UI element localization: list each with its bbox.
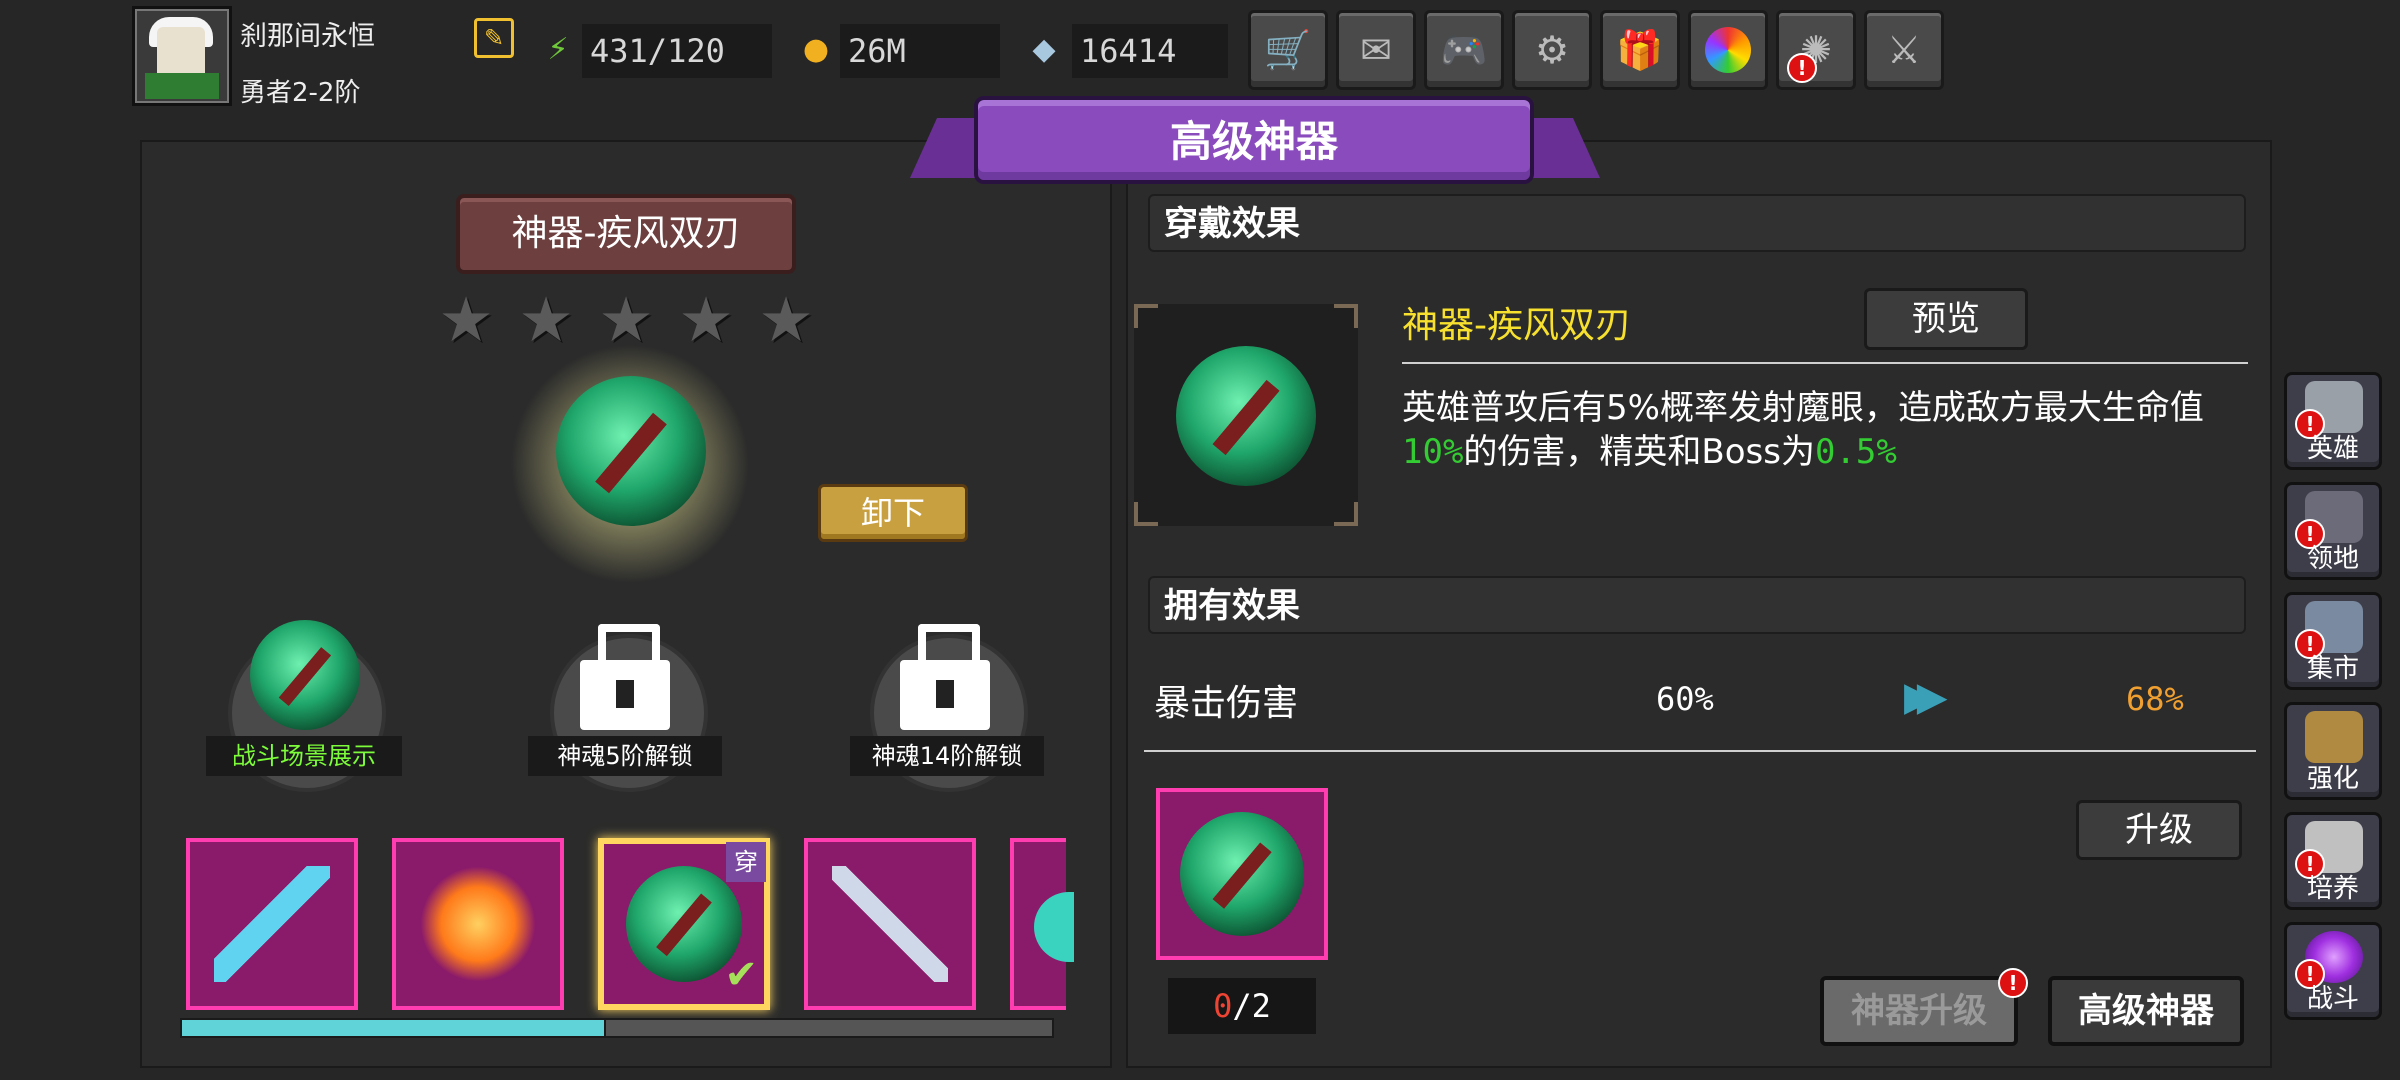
slot-label-battle-display: 战斗场景展示 [206, 736, 402, 776]
artifact-preview-frame [1134, 304, 1358, 526]
player-name: 刹那间永恒 [240, 21, 375, 52]
event-button[interactable]: ✺ ! [1776, 10, 1856, 90]
side-nav-label: 英雄 [2306, 434, 2359, 464]
gift-button[interactable]: 🎁 [1600, 10, 1680, 90]
lock-icon [580, 624, 670, 730]
artifact-upgrade-button[interactable]: 神器升级 ! [1820, 968, 2028, 1046]
shop-button[interactable]: 🛒 [1248, 10, 1328, 90]
side-nav-enhance[interactable]: 强化 [2284, 702, 2382, 800]
edit-name-icon[interactable]: ✎ [474, 18, 514, 58]
artifact-name-plate: 神器-疾风双刃 [456, 194, 796, 274]
upgrade-arrows-icon: ▶▶ [1904, 674, 1947, 720]
side-nav-market[interactable]: ! 集市 [2284, 592, 2382, 690]
advanced-artifact-button[interactable]: 高级神器 [2048, 976, 2244, 1046]
material-counter: 0/2 [1168, 978, 1316, 1034]
wind-blades-artifact-icon [556, 376, 706, 526]
color-wheel-icon [1705, 27, 1751, 73]
artifact-card-orb[interactable] [1010, 838, 1074, 1010]
preview-button[interactable]: 预览 [1864, 288, 2028, 350]
side-nav-label: 集市 [2306, 654, 2359, 684]
cart-icon: 🛒 [1264, 28, 1312, 72]
player-rank: 勇者2-2阶 [240, 78, 361, 108]
stat-next-value: 68% [2126, 680, 2184, 718]
stat-name: 暴击伤害 [1154, 683, 1299, 724]
side-nav-label: 强化 [2306, 764, 2359, 794]
ice-sword-icon [214, 866, 330, 982]
upgrade-button[interactable]: 升级 [2076, 800, 2242, 860]
equipped-badge: 穿 [726, 842, 766, 882]
mail-button[interactable]: ✉ [1336, 10, 1416, 90]
settings-button[interactable]: ⚙ [1512, 10, 1592, 90]
gacha-button[interactable] [1688, 10, 1768, 90]
card-scrollbar-thumb[interactable] [180, 1018, 606, 1038]
star-icon: ★ [598, 283, 654, 356]
battle-disabled-button[interactable]: ⚔ [1864, 10, 1944, 90]
orb-icon [1034, 892, 1074, 962]
wind-blades-preview-icon [1176, 346, 1316, 486]
desc-text: 的伤害，精英和Boss为 [1463, 432, 1815, 472]
artifact-card-ice-sword[interactable] [186, 838, 358, 1010]
fire-bow-icon [420, 866, 536, 982]
slot-label-unlock-14: 神魂14阶解锁 [850, 736, 1044, 776]
gold-value: 26M [840, 24, 1000, 78]
star-icon: ★ [678, 283, 734, 356]
artifact-card-wind-blades[interactable]: 穿 ✔ [598, 838, 770, 1010]
artifact-upgrade-label: 神器升级 [1851, 991, 1987, 1031]
side-nav-hero[interactable]: ! 英雄 [2284, 372, 2382, 470]
frost-spear-icon [832, 866, 948, 982]
gift-icon: 🎁 [1616, 28, 1664, 72]
energy-icon: ⚡ [547, 32, 569, 67]
wear-effect-header: 穿戴效果 [1148, 194, 2246, 252]
divider [1144, 750, 2256, 752]
check-icon: ✔ [724, 952, 758, 998]
diamond-value: 16414 [1072, 24, 1228, 78]
desc-value-elite: 0.5% [1814, 432, 1897, 472]
side-nav-territory[interactable]: ! 领地 [2284, 482, 2382, 580]
desc-text: 英雄普攻后有5%概率发射魔眼，造成敌方最大生命值 [1402, 388, 2204, 428]
artifact-effect-name: 神器-疾风双刃 [1402, 305, 1631, 346]
wind-blades-material-icon [1180, 812, 1304, 936]
star-icon: ★ [518, 283, 574, 356]
emblem-icon [2305, 711, 2363, 763]
slot-label-unlock-5: 神魂5阶解锁 [528, 736, 722, 776]
unequip-button[interactable]: 卸下 [818, 484, 968, 542]
artifact-card-frost-spear[interactable] [804, 838, 976, 1010]
player-avatar[interactable] [132, 6, 232, 106]
material-need: /2 [1232, 987, 1271, 1025]
side-nav-battle[interactable]: ! 战斗 [2284, 922, 2382, 1020]
alert-icon: ! [1998, 968, 2028, 998]
crossed-swords-icon: ⚔ [1886, 28, 1922, 72]
mail-icon: ✉ [1360, 28, 1392, 72]
star-icon: ★ [758, 283, 814, 356]
star-icon: ★ [438, 283, 494, 356]
alert-icon: ! [1787, 53, 1817, 83]
artifact-card-fire-bow[interactable] [392, 838, 564, 1010]
side-nav-label: 领地 [2306, 544, 2359, 574]
gamepad-icon: 🎮 [1440, 28, 1488, 72]
wear-effect-description: 英雄普攻后有5%概率发射魔眼，造成敌方最大生命值10%的伤害，精英和Boss为0… [1402, 386, 2252, 474]
stat-current-value: 60% [1656, 680, 1714, 718]
material-have: 0 [1213, 987, 1233, 1025]
desc-value-normal: 10% [1402, 432, 1464, 472]
side-nav-label: 战斗 [2306, 984, 2359, 1014]
gamepad-button[interactable]: 🎮 [1424, 10, 1504, 90]
gold-coin-icon: ● [802, 32, 830, 67]
own-effect-header: 拥有效果 [1148, 576, 2246, 634]
gear-icon: ⚙ [1534, 28, 1570, 72]
side-nav-cultivate[interactable]: ! 培养 [2284, 812, 2382, 910]
divider [1402, 362, 2248, 364]
page-title-banner: 高级神器 [974, 96, 1534, 184]
energy-value: 431/120 [582, 24, 772, 78]
wind-blades-slot-icon [250, 620, 360, 730]
diamond-icon: ◆ [1032, 32, 1056, 67]
side-nav-label: 培养 [2306, 874, 2359, 904]
lock-icon [900, 624, 990, 730]
upgrade-material-slot[interactable] [1156, 788, 1328, 960]
